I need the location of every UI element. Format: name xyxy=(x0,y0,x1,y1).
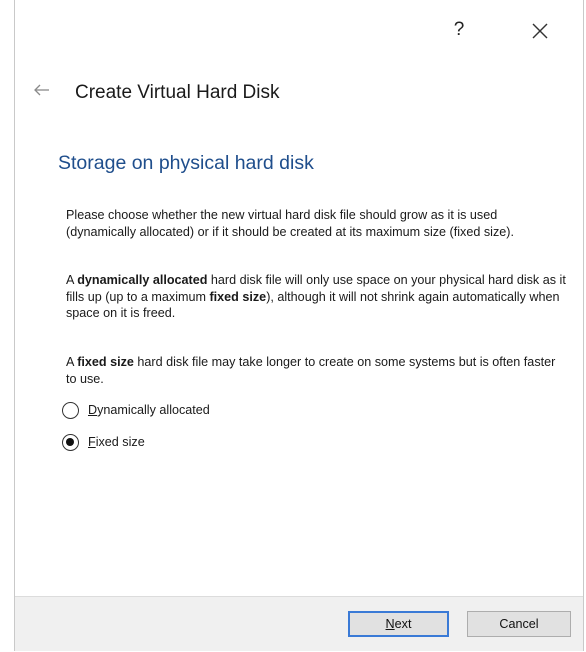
page-heading: Storage on physical hard disk xyxy=(58,152,314,174)
radio-button-checked[interactable] xyxy=(62,433,79,451)
button-bar: Next Cancel xyxy=(15,596,583,651)
dynamic-description-paragraph: A dynamically allocated hard disk file w… xyxy=(66,272,566,322)
create-vhd-dialog: ? Create Virtual Hard Disk Storage on ph… xyxy=(14,0,584,651)
cancel-button[interactable]: Cancel xyxy=(467,611,571,637)
p3-bold-1: fixed size xyxy=(77,355,134,369)
radio-dynamically-allocated[interactable]: Dynamically allocated xyxy=(62,400,210,420)
help-button[interactable]: ? xyxy=(445,16,473,44)
next-label: ext xyxy=(394,617,412,631)
option-text: ynamically allocated xyxy=(97,403,210,417)
intro-paragraph: Please choose whether the new virtual ha… xyxy=(66,208,514,239)
back-button[interactable] xyxy=(31,81,55,103)
close-button[interactable] xyxy=(526,16,556,46)
radio-label-fixed-size[interactable]: Fixed size xyxy=(88,435,145,449)
back-arrow-icon xyxy=(34,84,49,96)
mnemonic-d: D xyxy=(88,403,98,417)
p2-text-1: A xyxy=(66,273,78,287)
mnemonic-n: N xyxy=(385,617,395,631)
radio-label-dynamically-allocated[interactable]: Dynamically allocated xyxy=(88,403,210,417)
next-button[interactable]: Next xyxy=(348,611,449,637)
p3-text-1: A xyxy=(66,355,78,369)
mnemonic-f: F xyxy=(88,435,96,449)
fixed-description-paragraph: A fixed size hard disk file may take lon… xyxy=(66,354,566,387)
close-icon xyxy=(532,23,548,39)
radio-button-unchecked[interactable] xyxy=(62,401,79,419)
wizard-title: Create Virtual Hard Disk xyxy=(75,82,280,103)
p3-text-2: hard disk file may take longer to create… xyxy=(66,355,556,386)
p2-bold-1: dynamically allocated xyxy=(77,273,208,287)
p2-bold-2: fixed size xyxy=(209,289,267,304)
option-text: ixed size xyxy=(95,435,145,449)
radio-fixed-size[interactable]: Fixed size xyxy=(62,432,145,452)
